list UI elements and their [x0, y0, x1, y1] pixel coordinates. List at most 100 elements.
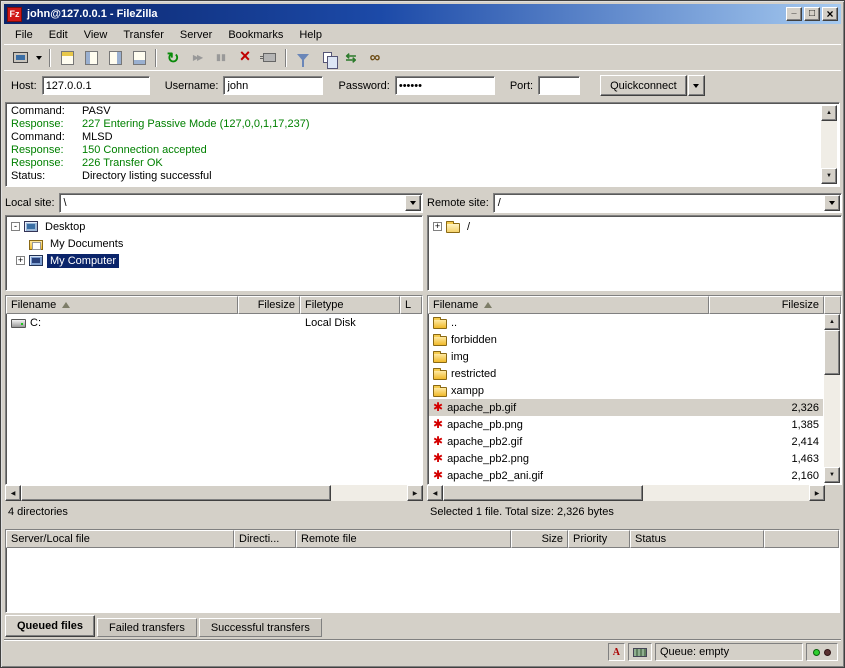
- file-row-up[interactable]: ..: [429, 314, 823, 331]
- scroll-down-icon[interactable]: ▼: [824, 467, 840, 483]
- toggle-message-log-button[interactable]: [55, 47, 79, 68]
- host-input[interactable]: [42, 76, 150, 95]
- scroll-track[interactable]: [824, 330, 840, 467]
- scroll-right-icon[interactable]: ▶: [809, 485, 825, 501]
- column-header-status[interactable]: Status: [630, 530, 764, 548]
- column-header-last-modified[interactable]: L: [400, 296, 422, 314]
- scroll-thumb[interactable]: [21, 485, 331, 501]
- local-horizontal-scrollbar[interactable]: ◀ ▶: [5, 485, 423, 501]
- collapse-icon[interactable]: [11, 222, 20, 231]
- site-manager-button[interactable]: [8, 47, 32, 68]
- menu-edit[interactable]: Edit: [41, 26, 76, 44]
- folder-icon: [433, 353, 447, 363]
- column-header-filetype[interactable]: Filetype: [300, 296, 400, 314]
- column-header-remote-file[interactable]: Remote file: [296, 530, 511, 548]
- tree-item-root[interactable]: /: [428, 218, 841, 235]
- column-header-size[interactable]: Size: [511, 530, 568, 548]
- queue-body[interactable]: [6, 548, 839, 612]
- scroll-left-icon[interactable]: ◀: [427, 485, 443, 501]
- expand-icon[interactable]: [433, 222, 442, 231]
- file-row-forbidden[interactable]: forbidden: [429, 331, 823, 348]
- encryption-panel[interactable]: [628, 643, 652, 661]
- port-input[interactable]: [538, 76, 580, 95]
- compare-directories-button[interactable]: [315, 47, 339, 68]
- cancel-button[interactable]: [233, 47, 257, 68]
- file-row-img[interactable]: img: [429, 348, 823, 365]
- tab-successful-transfers[interactable]: Successful transfers: [199, 618, 322, 637]
- column-header-priority[interactable]: Priority: [568, 530, 630, 548]
- filezilla-window: Fz john@127.0.0.1 - FileZilla File Edit …: [0, 0, 845, 668]
- column-header-filesize[interactable]: Filesize: [238, 296, 300, 314]
- local-site-combobox[interactable]: \: [59, 193, 423, 213]
- menu-bookmarks[interactable]: Bookmarks: [220, 26, 291, 44]
- username-input[interactable]: [223, 76, 323, 95]
- remote-vertical-scrollbar[interactable]: ▲ ▼: [824, 314, 840, 483]
- menu-file[interactable]: File: [7, 26, 41, 44]
- menu-help[interactable]: Help: [291, 26, 330, 44]
- menu-view[interactable]: View: [76, 26, 116, 44]
- find-files-button[interactable]: [363, 47, 387, 68]
- file-row-apache-pb2-png[interactable]: apache_pb2.png 1,463: [429, 450, 823, 467]
- tab-queued-files[interactable]: Queued files: [5, 615, 95, 637]
- file-row-restricted[interactable]: restricted: [429, 365, 823, 382]
- combo-dropdown-button[interactable]: [405, 195, 421, 211]
- column-header-filename[interactable]: Filename: [6, 296, 238, 314]
- scroll-track[interactable]: [21, 485, 407, 501]
- file-row-apache-pb2-gif[interactable]: apache_pb2.gif 2,414: [429, 433, 823, 450]
- scroll-thumb[interactable]: [824, 330, 840, 375]
- filezilla-logo-icon: Fz: [7, 7, 22, 22]
- disconnect-button[interactable]: [257, 47, 281, 68]
- log-scrollbar[interactable]: ▲ ▼: [821, 105, 837, 184]
- scroll-up-icon[interactable]: ▲: [821, 105, 837, 121]
- transfer-type-panel[interactable]: A: [608, 643, 625, 661]
- titlebar[interactable]: Fz john@127.0.0.1 - FileZilla: [4, 4, 841, 24]
- expand-icon[interactable]: [16, 256, 25, 265]
- quickconnect-button[interactable]: Quickconnect: [600, 75, 687, 96]
- scroll-right-icon[interactable]: ▶: [407, 485, 423, 501]
- pause-queue-button[interactable]: [209, 47, 233, 68]
- process-queue-button[interactable]: [185, 47, 209, 68]
- menu-transfer[interactable]: Transfer: [115, 26, 172, 44]
- menu-server[interactable]: Server: [172, 26, 220, 44]
- computer-icon: [29, 255, 43, 266]
- scroll-track[interactable]: [821, 121, 837, 168]
- combo-dropdown-button[interactable]: [824, 195, 840, 211]
- toggle-queue-button[interactable]: [127, 47, 151, 68]
- maximize-button[interactable]: [804, 7, 820, 21]
- refresh-button[interactable]: [161, 47, 185, 68]
- scroll-up-icon[interactable]: ▲: [824, 314, 840, 330]
- local-tree-icon: [85, 51, 98, 65]
- file-row-c-drive[interactable]: C: Local Disk: [7, 314, 421, 331]
- tree-item-my-computer[interactable]: My Computer: [6, 252, 422, 269]
- scroll-down-icon[interactable]: ▼: [821, 168, 837, 184]
- remote-site-row: Remote site: /: [427, 192, 842, 213]
- tree-item-my-documents[interactable]: My Documents: [6, 235, 422, 252]
- quickconnect-dropdown[interactable]: [688, 75, 705, 96]
- file-row-apache-pb-gif[interactable]: apache_pb.gif 2,326: [429, 399, 823, 416]
- column-header-server-local-file[interactable]: Server/Local file: [6, 530, 234, 548]
- scroll-track[interactable]: [443, 485, 809, 501]
- toggle-local-tree-button[interactable]: [79, 47, 103, 68]
- site-manager-dropdown[interactable]: [32, 47, 45, 68]
- column-header-filename[interactable]: Filename: [428, 296, 709, 314]
- scroll-left-icon[interactable]: ◀: [5, 485, 21, 501]
- tree-item-desktop[interactable]: Desktop: [6, 218, 422, 235]
- synchronized-browsing-button[interactable]: [339, 47, 363, 68]
- column-header-direction[interactable]: Directi...: [234, 530, 296, 548]
- file-row-apache-pb2-ani-gif[interactable]: apache_pb2_ani.gif 2,160: [429, 467, 823, 483]
- password-input[interactable]: [395, 76, 495, 95]
- remote-horizontal-scrollbar[interactable]: ◀ ▶: [427, 485, 842, 501]
- file-row-apache-pb-png[interactable]: apache_pb.png 1,385: [429, 416, 823, 433]
- close-button[interactable]: [822, 7, 838, 21]
- remote-site-combobox[interactable]: /: [493, 193, 842, 213]
- scroll-thumb[interactable]: [443, 485, 643, 501]
- filename-cell: C:: [7, 317, 239, 329]
- tab-failed-transfers[interactable]: Failed transfers: [97, 618, 197, 637]
- toggle-remote-tree-button[interactable]: [103, 47, 127, 68]
- column-header-filler: [824, 296, 841, 314]
- file-row-xampp[interactable]: xampp: [429, 382, 823, 399]
- filter-button[interactable]: [291, 47, 315, 68]
- column-header-filesize[interactable]: Filesize: [709, 296, 824, 314]
- minimize-button[interactable]: [786, 7, 802, 21]
- chevron-down-icon: [693, 84, 699, 91]
